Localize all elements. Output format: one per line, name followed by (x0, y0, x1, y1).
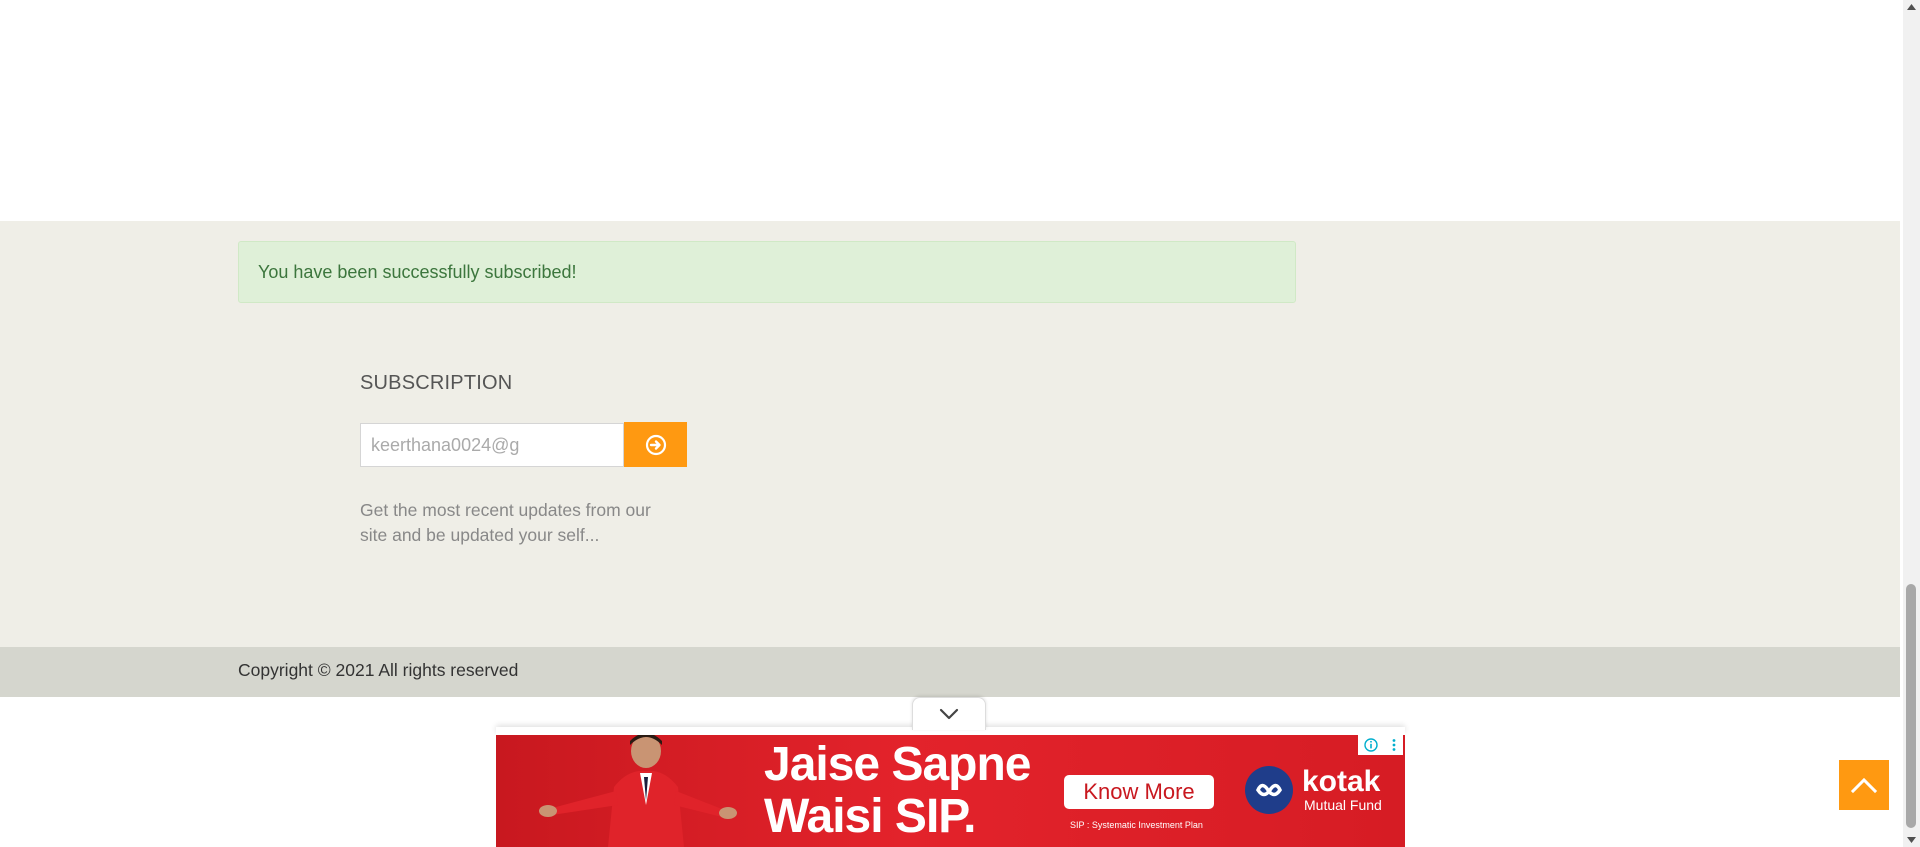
success-alert-message: You have been successfully subscribed! (258, 262, 577, 282)
kotak-logo-icon (1245, 766, 1293, 814)
chevron-up-icon (1850, 777, 1878, 794)
subscribe-button[interactable] (624, 422, 687, 467)
advertisement-banner[interactable]: Jaise Sapne Waisi SIP. Know More SIP : S… (496, 735, 1405, 847)
success-alert: You have been successfully subscribed! (238, 241, 1296, 303)
ad-collapse-toggle[interactable] (912, 697, 986, 730)
ad-fine-print: SIP : Systematic Investment Plan (1070, 820, 1203, 830)
arrow-circle-right-icon (645, 434, 666, 455)
scroll-to-top-button[interactable] (1839, 760, 1889, 810)
subscription-description: Get the most recent updates from our sit… (360, 500, 651, 545)
scroll-up-arrow-icon[interactable] (1903, 0, 1920, 14)
subscription-heading: SUBSCRIPTION (360, 372, 513, 394)
copyright-text: Copyright © 2021 All rights reserved (238, 660, 519, 680)
ad-headline-line2: Waisi SIP. (764, 790, 976, 843)
page-content-area (0, 0, 1900, 221)
ad-brand-subtitle: Mutual Fund (1304, 797, 1382, 813)
ad-brand-name: kotak (1302, 765, 1381, 798)
subscription-email-input[interactable] (360, 423, 624, 467)
ad-headline: Jaise Sapne Waisi SIP. (764, 739, 1031, 843)
chevron-down-icon (939, 708, 959, 720)
scroll-down-arrow-icon[interactable] (1903, 833, 1920, 847)
ad-person-illustration (539, 735, 737, 847)
ad-know-more-button[interactable]: Know More (1064, 775, 1214, 809)
scrollbar-thumb[interactable] (1906, 584, 1916, 828)
ad-brand-logo: kotak Mutual Fund (1242, 765, 1382, 817)
ad-info-icon[interactable] (1364, 738, 1378, 752)
ad-info-controls[interactable] (1358, 735, 1403, 755)
ad-headline-line1: Jaise Sapne (764, 738, 1031, 791)
ad-options-icon[interactable] (1391, 738, 1397, 752)
